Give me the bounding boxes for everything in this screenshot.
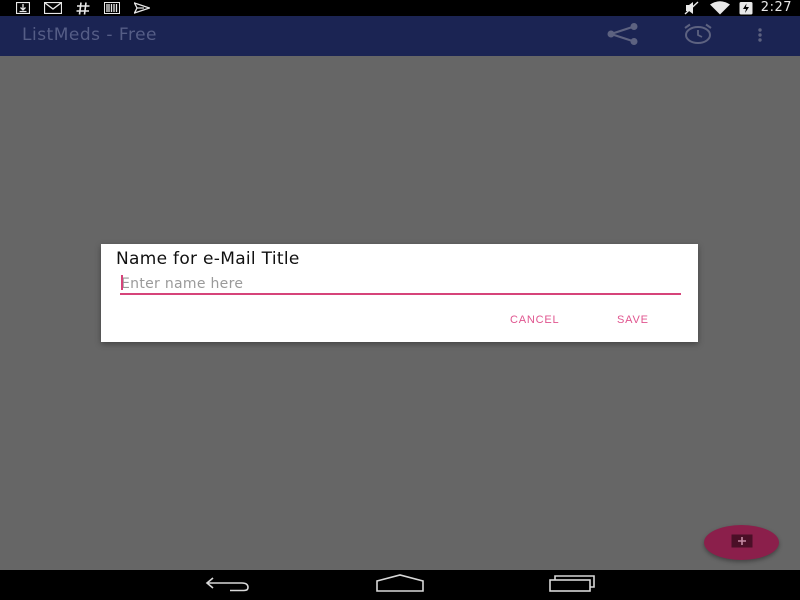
send-icon: [134, 2, 150, 14]
share-button[interactable]: [607, 22, 639, 50]
cancel-button[interactable]: CANCEL: [510, 314, 559, 326]
email-title-dialog: Name for e-Mail Title CANCEL SAVE: [101, 244, 698, 342]
app-title: ListMeds - Free: [22, 25, 158, 45]
add-fab[interactable]: [704, 525, 779, 560]
battery-charging-icon: [739, 1, 753, 15]
notification-icons: [16, 1, 150, 15]
app-bar: ListMeds - Free: [0, 16, 800, 56]
navigation-bar: [0, 570, 800, 600]
home-icon: [374, 574, 426, 596]
barcode-icon: [104, 2, 120, 14]
back-button[interactable]: [204, 574, 252, 596]
download-icon: [16, 2, 30, 14]
system-status: 2:27: [683, 0, 792, 16]
recents-button[interactable]: [547, 574, 597, 596]
back-icon: [204, 574, 252, 596]
recents-icon: [547, 574, 597, 596]
vibrate-muted-icon: [683, 1, 701, 15]
dialog-title: Name for e-Mail Title: [116, 249, 300, 269]
alarm-icon: [682, 23, 714, 49]
add-icon: [731, 533, 753, 552]
email-title-input[interactable]: [120, 274, 681, 295]
status-bar: 2:27: [0, 0, 800, 16]
hashtag-icon: [76, 1, 90, 15]
text-cursor: [121, 275, 123, 290]
home-button[interactable]: [374, 574, 426, 596]
share-icon: [607, 23, 639, 49]
more-vert-icon: [757, 27, 763, 46]
overflow-menu-button[interactable]: [744, 22, 776, 50]
wifi-icon: [709, 1, 731, 15]
alarm-button[interactable]: [682, 22, 714, 50]
status-clock: 2:27: [760, 0, 792, 15]
gmail-icon: [44, 2, 62, 14]
save-button[interactable]: SAVE: [617, 314, 649, 326]
